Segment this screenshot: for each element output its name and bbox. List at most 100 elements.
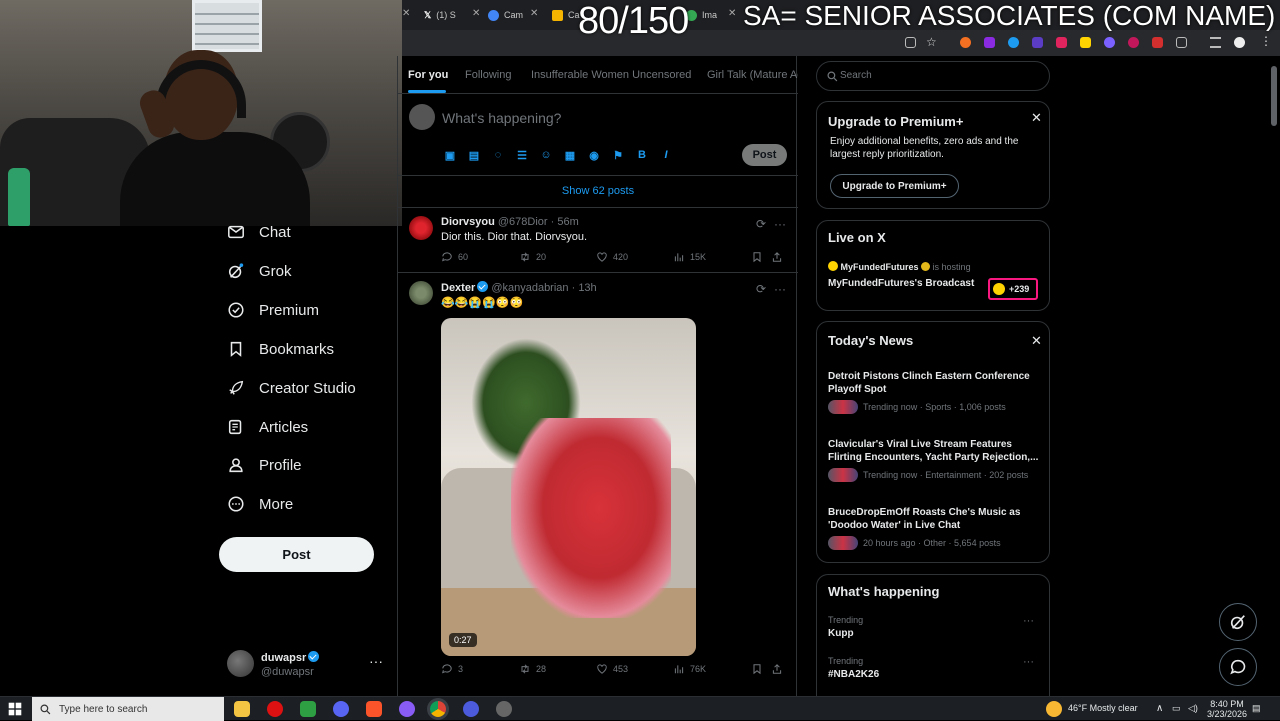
live-host-row[interactable]: MyFundedFutures is hosting [828,261,971,272]
account-switcher[interactable]: duwapsr @duwapsr ··· [227,648,387,680]
file-explorer-icon[interactable] [234,701,250,717]
like-button[interactable]: 453 [596,663,628,675]
star-icon[interactable]: ☆ [926,35,937,49]
more-horizontal-icon[interactable]: ··· [369,653,383,669]
extension-icon[interactable] [1008,37,1019,48]
tab-list[interactable]: Insufferable Women Uncensored [531,69,691,81]
avatar[interactable] [409,216,433,240]
extension-icon[interactable] [984,37,995,48]
italic-icon[interactable]: I [658,147,674,163]
tab-close-icon[interactable]: ✕ [530,8,538,19]
browser-tab[interactable]: Ca [552,5,580,25]
browser-tab[interactable]: 𝕏 (1) S [424,5,456,25]
tab-close-icon[interactable]: ✕ [472,8,480,19]
views-button[interactable]: 76K [673,663,706,675]
extension-icon[interactable] [1152,37,1163,48]
app-icon[interactable] [463,701,479,717]
trend-item[interactable]: Trending #NBA2K26 ··· [828,656,1043,680]
more-horizontal-icon[interactable]: ··· [1023,656,1034,668]
lock-app-icon[interactable] [300,701,316,717]
weather-text[interactable]: 46°F Mostly clear [1068,703,1138,713]
puzzle-icon[interactable] [1176,37,1187,48]
tab-close-icon[interactable]: ✕ [402,8,410,19]
poll-icon[interactable]: ☰ [514,147,530,163]
bold-icon[interactable]: B [634,147,650,163]
compose-input[interactable]: What's happening? [442,110,561,126]
extension-icon[interactable] [960,37,971,48]
news-item[interactable]: Detroit Pistons Clinch Eastern Conferenc… [828,370,1043,414]
grok-icon[interactable]: ⟳ [756,217,766,231]
flag-icon[interactable]: ⚑ [610,147,626,163]
schedule-icon[interactable]: ▦ [562,147,578,163]
weather-icon[interactable] [1046,701,1062,717]
nav-chat[interactable]: Chat [227,223,291,241]
reply-button[interactable]: 60 [441,251,468,263]
notifications-icon[interactable]: ▤ [1252,703,1261,714]
nav-more[interactable]: More [227,495,293,513]
close-icon[interactable]: ✕ [1031,110,1042,126]
opera-icon[interactable] [267,701,283,717]
clock[interactable]: 8:40 PM 3/23/2026 [1207,699,1247,719]
extension-icon[interactable] [1128,37,1139,48]
share-button[interactable] [771,663,783,675]
post-button[interactable]: Post [219,537,374,572]
live-broadcast-title[interactable]: MyFundedFutures's Broadcast [828,278,974,289]
repost-button[interactable]: 20 [519,251,546,263]
trend-item[interactable]: Trending Kupp ··· [828,615,1043,639]
tab-following[interactable]: Following [465,69,511,81]
more-horizontal-icon[interactable]: ··· [774,217,786,231]
extension-icon[interactable] [1104,37,1115,48]
avatar[interactable] [409,281,433,305]
search-input[interactable]: Search [816,61,1050,91]
location-icon[interactable]: ◉ [586,147,602,163]
extension-icon[interactable] [1032,37,1043,48]
page-scrollbar[interactable] [1271,66,1277,126]
nav-profile[interactable]: Profile [227,456,302,474]
tray-chevron-icon[interactable]: ∧ [1156,703,1163,714]
reply-button[interactable]: 3 [441,663,463,675]
grok-icon[interactable]: ⟳ [756,282,766,296]
messages-fab[interactable] [1219,648,1257,686]
upgrade-premium-button[interactable]: Upgrade to Premium+ [830,174,959,198]
nav-premium[interactable]: Premium [227,301,319,319]
tweet-author[interactable]: Diorvsyou [441,216,495,228]
repost-button[interactable]: 28 [519,663,546,675]
extension-icon[interactable] [1080,37,1091,48]
tab-community[interactable]: Girl Talk (Mature Ad [707,69,798,81]
news-item[interactable]: Clavicular's Viral Live Stream Features … [828,438,1043,482]
gif-icon[interactable]: ▤ [466,147,482,163]
bookmark-button[interactable] [751,663,763,675]
browser-tab[interactable]: Ima [686,5,717,25]
obs-icon[interactable] [496,701,512,717]
nav-grok[interactable]: Grok [227,262,292,280]
more-vertical-icon[interactable]: ⋮ [1260,34,1272,48]
grok-icon[interactable]: ◌ [490,147,506,163]
brave-icon[interactable] [366,701,382,717]
nav-bookmarks[interactable]: Bookmarks [227,340,334,358]
tab-close-icon[interactable]: ✕ [728,8,736,19]
live-listeners[interactable]: +239 [988,278,1038,300]
show-new-posts[interactable]: Show 62 posts [398,176,798,208]
emoji-icon[interactable]: ☺ [538,147,554,163]
nav-articles[interactable]: Articles [227,418,308,436]
compose-post-button[interactable]: Post [742,144,787,166]
browser-tab[interactable]: Cam [488,5,523,25]
tweet-author[interactable]: Dexter [441,282,475,294]
menu-icon[interactable] [1210,37,1221,48]
like-button[interactable]: 420 [596,251,628,263]
more-horizontal-icon[interactable]: ··· [1023,615,1034,627]
news-item[interactable]: BruceDropEmOff Roasts Che's Music as 'Do… [828,506,1043,550]
image-icon[interactable]: ▣ [442,147,458,163]
tweet[interactable]: Dexter @kanyadabrian · 13h 😂😂😭😭😳😳 ⟳ ··· … [398,273,798,696]
views-button[interactable]: 15K [673,251,706,263]
app-icon[interactable] [399,701,415,717]
taskbar-search[interactable]: Type here to search [32,697,224,721]
windows-start-icon[interactable] [8,702,22,716]
tweet-video[interactable]: 0:27 [441,318,696,656]
tab-for-you[interactable]: For you [408,69,448,81]
share-button[interactable] [771,251,783,263]
more-horizontal-icon[interactable]: ··· [774,282,786,296]
close-icon[interactable]: ✕ [1031,333,1042,349]
profile-avatar-icon[interactable] [1234,37,1245,48]
bookmark-button[interactable] [751,251,763,263]
